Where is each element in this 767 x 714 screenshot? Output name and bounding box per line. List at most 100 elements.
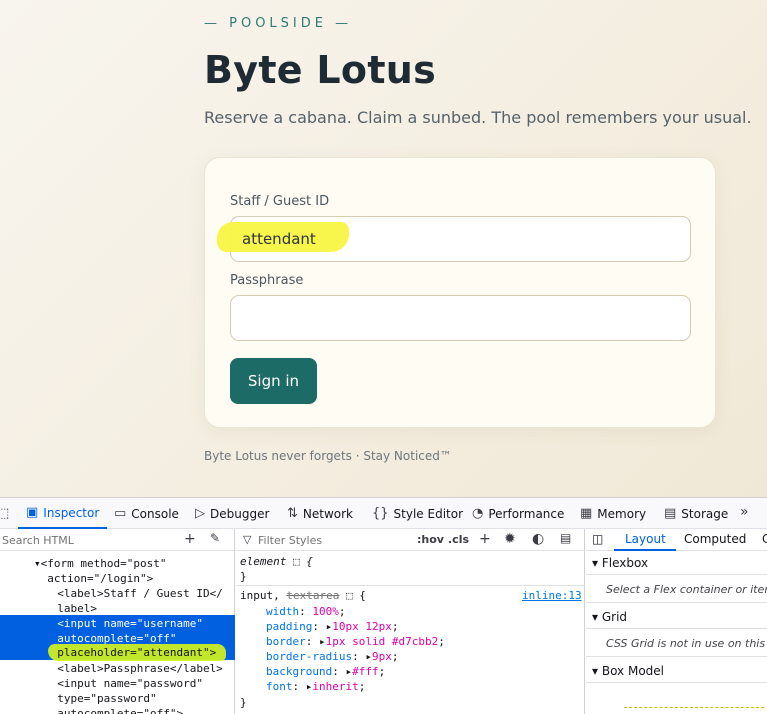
tab-memory[interactable]: ▦ Memory [580,498,646,529]
tab-style-editor[interactable]: {} Style Editor [372,498,463,529]
html-line[interactable]: <label>Passphrase</label> [44,661,223,676]
boxmodel-title: Box Model [601,664,664,678]
tab-inspector-label: Inspector [43,505,100,520]
rule-divider [236,585,585,586]
input-rule-close: } [240,696,247,709]
selector-input: input [240,589,274,602]
css-value: #fff [352,665,379,678]
boxmodel-section-toggle[interactable]: ▾ Box Model [592,664,664,678]
tab-storage-label: Storage [681,506,729,521]
devtools-tab-bar: ⬚ ▣ Inspector ▭ Console ▷ Debugger ⇅ Net… [0,498,767,529]
style-editor-icon: {} [372,506,389,521]
grid-note: CSS Grid is not in use on this pa [606,637,767,650]
section-divider [586,682,767,683]
section-divider [586,602,767,603]
html-line[interactable]: type="password" [44,691,156,706]
html-line[interactable]: label> [44,601,97,616]
html-pane: + ✎ ▾<form method="post" action="/login"… [0,529,235,714]
section-divider [586,574,767,575]
password-label: Passphrase [230,273,304,288]
add-rule-icon[interactable]: + [479,531,491,547]
css-declaration[interactable]: border: ▸1px solid #d7cbb2; [266,634,445,649]
page-subtitle: Reserve a cabana. Claim a sunbed. The po… [204,108,752,127]
css-value: inherit [312,680,359,693]
flexbox-title: Flexbox [601,556,649,570]
rules-toolbar: ▽ :hov .cls + ✹ ◐ ▤ [236,529,584,551]
flexbox-section-toggle[interactable]: ▾ Flexbox [592,556,648,570]
search-html-input[interactable] [2,531,172,549]
html-line: placeholder="attendant"> [44,646,217,659]
css-prop: border-radius [266,650,353,663]
tab-changes[interactable]: C [762,532,767,546]
selector-textarea: textarea [286,589,340,602]
section-divider [586,656,767,657]
tab-debugger[interactable]: ▷ Debugger [195,498,269,529]
tab-network[interactable]: ⇅ Network [287,498,353,529]
tab-computed[interactable]: Computed [684,532,746,546]
active-tab-underline [614,549,676,551]
light-theme-icon[interactable]: ✹ [504,531,516,547]
input-rule-selector[interactable]: input, textarea ⬚ { [240,588,366,603]
footer-text: Byte Lotus never forgets · Stay Noticed™ [204,449,452,463]
css-value: 10px 12px [332,620,392,633]
css-value: 9px [371,650,392,663]
login-page: — POOLSIDE — Byte Lotus Reserve a cabana… [0,0,767,497]
html-line[interactable]: action="/login"> [34,571,153,586]
flexbox-note: Select a Flex container or item [606,583,767,596]
rules-pane: ▽ :hov .cls + ✹ ◐ ▤ element ⬚ { } input,… [236,529,585,714]
inspector-icon: ▣ [26,505,39,520]
tab-performance-label: Performance [488,506,565,521]
tab-inspector[interactable]: ▣ Inspector [18,498,108,529]
tab-memory-label: Memory [597,506,647,521]
network-icon: ⇅ [287,506,298,521]
performance-icon: ◔ [472,506,484,521]
pick-element-icon: ⬚ [0,506,10,521]
css-value: 100% [312,605,339,618]
tab-overflow-icon[interactable]: » [740,504,749,520]
html-line[interactable]: autocomplete="off"> [44,706,183,714]
username-label: Staff / Guest ID [230,194,330,209]
tab-storage[interactable]: ▤ Storage [664,498,728,529]
username-placeholder-text: attendant [242,230,316,248]
html-line[interactable]: ▾<form method="post" [34,556,166,571]
tab-network-label: Network [302,506,354,521]
tab-performance[interactable]: ◔ Performance [472,498,564,529]
sidebar-toggle-icon[interactable]: ◫ [592,532,603,546]
tab-layout[interactable]: Layout [625,532,666,546]
print-media-icon[interactable]: ▤ [560,531,571,545]
css-value: 1px solid #d7cbb2 [325,635,439,648]
html-toolbar: + ✎ [0,529,234,551]
grid-section-toggle[interactable]: ▾ Grid [592,610,627,624]
css-declaration[interactable]: padding: ▸10px 12px; [266,619,398,634]
element-rule-close: } [240,570,247,583]
dark-theme-icon[interactable]: ◐ [532,531,544,547]
console-icon: ▭ [114,506,127,521]
debugger-icon: ▷ [195,506,205,521]
password-input[interactable] [230,295,691,341]
add-node-icon[interactable]: + [184,531,196,547]
tab-pick-element[interactable]: ⬚ [0,498,9,529]
rule-source-link[interactable]: inline:13 [522,588,582,603]
element-rule-selector[interactable]: element ⬚ { [240,554,313,569]
cls-toggle[interactable]: .cls [448,533,469,546]
eyedropper-icon[interactable]: ✎ [210,531,220,545]
tab-console[interactable]: ▭ Console [114,498,179,529]
selected-node[interactable]: <input name="username" autocomplete="off… [0,615,235,661]
sign-in-button[interactable]: Sign in [230,358,317,404]
eyebrow-text: — POOLSIDE — [204,16,353,31]
filter-styles-input[interactable] [258,532,378,548]
css-prop: font [266,680,293,693]
css-declaration[interactable]: font: ▸inherit; [266,679,365,694]
hov-toggle[interactable]: :hov [417,533,444,546]
box-model-margin-outline [624,707,764,708]
devtools-panel: ⬚ ▣ Inspector ▭ Console ▷ Debugger ⇅ Net… [0,497,767,714]
css-declaration[interactable]: background: ▸#fff; [266,664,385,679]
css-declaration[interactable]: width: 100%; [266,604,346,619]
html-line[interactable]: <input name="password" [44,676,203,691]
grid-title: Grid [601,610,628,624]
html-line[interactable]: <label>Staff / Guest ID</ [44,586,223,601]
memory-icon: ▦ [580,506,593,521]
tab-style-editor-label: Style Editor [393,506,464,521]
element-rule-name: element [240,555,287,568]
css-declaration[interactable]: border-radius: ▸9px; [266,649,398,664]
